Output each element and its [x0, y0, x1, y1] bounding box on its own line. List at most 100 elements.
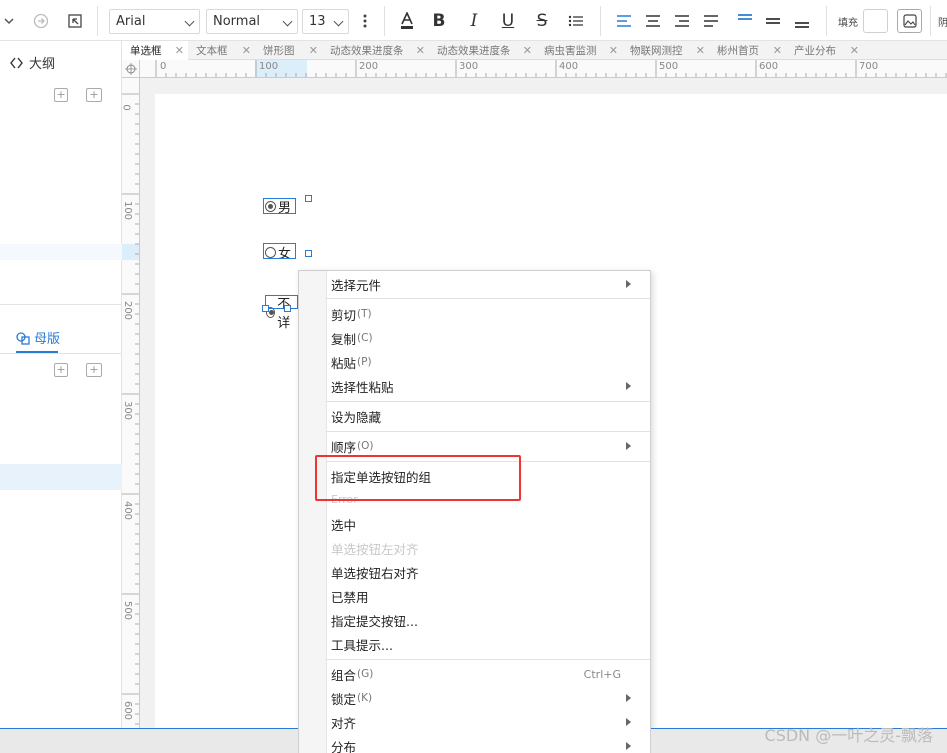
chevron-down-icon	[333, 16, 344, 27]
close-icon[interactable]: ✕	[309, 44, 318, 57]
tab-radio[interactable]: 单选框 ✕	[122, 41, 188, 60]
valign-middle-icon[interactable]	[762, 9, 784, 33]
menu-item-hide[interactable]: 设为隐藏	[331, 405, 641, 427]
menu-item-align-right[interactable]: 单选按钮右对齐	[331, 561, 641, 583]
page-tabs: 单选框 ✕ 文本框 ✕ 饼形图 ✕ 动态效果进度条 ✕ 动态效果进度条 ✕ 病虫害监测 ✕ …	[122, 41, 947, 60]
menu-item-submit-button[interactable]: 指定提交按钮...	[331, 609, 641, 631]
outline-tab[interactable]: 大纲	[10, 53, 55, 72]
fill-color-swatch[interactable]	[863, 9, 888, 33]
resize-handle[interactable]	[262, 305, 269, 312]
close-icon[interactable]: ✕	[175, 44, 184, 57]
more-vertical-icon[interactable]	[355, 9, 375, 33]
toolbar-divider	[600, 6, 601, 36]
tab-pie[interactable]: 饼形图 ✕	[255, 41, 322, 60]
tab-label: 动态效果进度条	[437, 45, 511, 57]
resize-handle[interactable]	[305, 195, 312, 202]
fill-label: 填充	[838, 17, 858, 29]
align-center-icon[interactable]	[642, 9, 664, 33]
tab-label: 产业分布	[794, 45, 836, 57]
menu-item-shortcut: (G)	[357, 668, 374, 680]
tab-textbox[interactable]: 文本框 ✕	[188, 41, 255, 60]
tab-label: 单选框	[130, 45, 162, 57]
menu-item-cut[interactable]: 剪切 (T)	[331, 303, 641, 325]
close-icon[interactable]: ✕	[609, 44, 618, 57]
close-icon[interactable]: ✕	[523, 44, 532, 57]
pointer-tool-icon[interactable]	[64, 9, 86, 33]
menu-item-select-component[interactable]: 选择元件	[331, 273, 641, 295]
menu-item-group[interactable]: 组合 (G) Ctrl+G	[331, 663, 641, 685]
add-page-icon[interactable]: +	[54, 88, 68, 102]
menu-item-paste[interactable]: 粘贴 (P)	[331, 351, 641, 373]
master-icon	[16, 331, 30, 345]
ruler-label: 300	[459, 61, 479, 72]
add-master-folder-icon[interactable]: +	[86, 363, 102, 377]
font-family-select[interactable]: Arial	[109, 9, 200, 34]
menu-item-tooltip[interactable]: 工具提示...	[331, 633, 641, 655]
ruler-corner[interactable]	[122, 60, 140, 78]
bold-button[interactable]: B	[428, 9, 450, 33]
submenu-arrow-icon	[626, 280, 631, 288]
menu-item-selected[interactable]: 选中	[331, 513, 641, 535]
bottom-strip-left	[0, 728, 298, 753]
app-window: Arial Normal 13 B I U S 填充 阴 大纲 + + 母版 +…	[0, 0, 947, 753]
menu-item-label: 剪切	[331, 307, 357, 323]
menu-item-label: 指定提交按钮...	[331, 613, 418, 629]
master-tab[interactable]: 母版	[16, 328, 60, 347]
add-master-icon[interactable]: +	[54, 363, 68, 377]
menu-icon-gutter	[299, 271, 327, 753]
font-size-select[interactable]: 13	[302, 9, 349, 34]
tab-home[interactable]: 彬州首页 ✕	[709, 41, 786, 60]
close-icon[interactable]: ✕	[696, 44, 705, 57]
close-icon[interactable]: ✕	[850, 44, 859, 57]
valign-bottom-icon[interactable]	[791, 9, 813, 33]
menu-item-disabled[interactable]: 已禁用	[331, 585, 641, 607]
menu-item-order[interactable]: 顺序 (O)	[331, 435, 641, 457]
align-left-icon[interactable]	[613, 9, 635, 33]
resize-handle[interactable]	[284, 305, 291, 312]
menu-item-label: 单选按钮左对齐	[331, 541, 419, 557]
close-icon[interactable]: ✕	[773, 44, 782, 57]
outline-row[interactable]	[0, 244, 122, 260]
menu-item-paste-special[interactable]: 选择性粘贴	[331, 375, 641, 397]
tab-progress-2[interactable]: 动态效果进度条 ✕	[429, 41, 536, 60]
menu-item-label: 已禁用	[331, 589, 369, 605]
outline-title: 大纲	[29, 57, 56, 72]
toolbar-divider	[826, 6, 827, 36]
tab-iot[interactable]: 物联网测控 ✕	[622, 41, 709, 60]
font-color-icon[interactable]	[396, 9, 418, 33]
strikethrough-button[interactable]: S	[531, 9, 553, 33]
bullet-list-icon[interactable]	[565, 9, 587, 33]
menu-item-label: 选择性粘贴	[331, 379, 394, 395]
tab-label: 病虫害监测	[544, 45, 597, 57]
menu-item-copy[interactable]: 复制 (C)	[331, 327, 641, 349]
vertical-ruler: 0 100 200 300 400 500 600	[122, 78, 140, 728]
menu-item-distribute[interactable]: 分布	[331, 735, 641, 753]
master-row-selected[interactable]	[0, 464, 122, 490]
menu-item-label: 锁定	[331, 691, 357, 707]
add-folder-icon[interactable]: +	[86, 88, 102, 102]
menu-item-lock[interactable]: 锁定 (K)	[331, 687, 641, 709]
tab-pest-monitor[interactable]: 病虫害监测 ✕	[536, 41, 622, 60]
justify-icon[interactable]	[700, 9, 722, 33]
font-style-select[interactable]: Normal	[206, 9, 298, 34]
ruler-label: 400	[559, 61, 579, 72]
shadow-label: 阴	[938, 17, 947, 29]
close-icon[interactable]: ✕	[242, 44, 251, 57]
image-fill-icon[interactable]	[897, 9, 922, 33]
menu-item-align[interactable]: 对齐	[331, 711, 641, 733]
redo-icon[interactable]	[30, 9, 52, 33]
tab-label: 动态效果进度条	[330, 45, 404, 57]
tab-industry[interactable]: 产业分布 ✕	[786, 41, 863, 60]
italic-button[interactable]: I	[463, 9, 485, 33]
submenu-arrow-icon	[626, 718, 631, 726]
valign-top-icon[interactable]	[734, 9, 756, 33]
toolbar-divider	[97, 6, 98, 36]
underline-button[interactable]: U	[497, 9, 519, 33]
resize-handle[interactable]	[305, 250, 312, 257]
tab-progress-1[interactable]: 动态效果进度条 ✕	[322, 41, 429, 60]
submenu-arrow-icon	[626, 442, 631, 450]
menu-item-shortcut: (K)	[357, 692, 373, 704]
align-right-icon[interactable]	[671, 9, 693, 33]
dropdown-chevron-icon[interactable]	[0, 9, 18, 33]
close-icon[interactable]: ✕	[416, 44, 425, 57]
